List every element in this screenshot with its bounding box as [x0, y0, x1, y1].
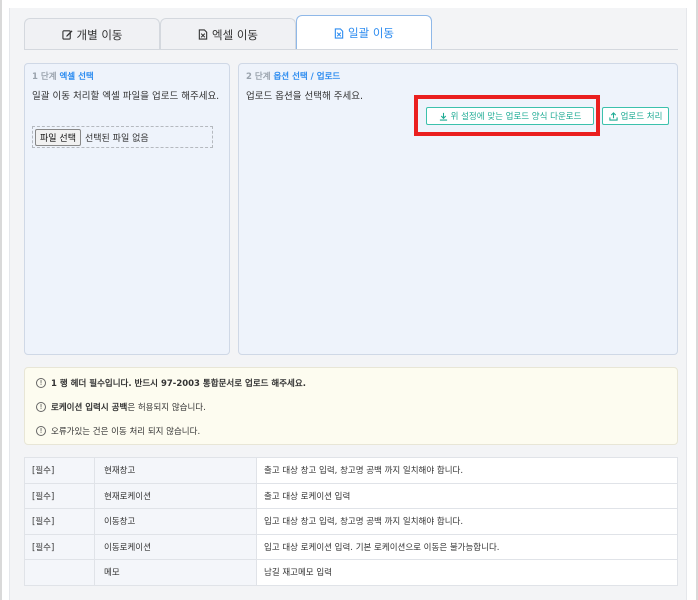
frame-left [0, 0, 2, 600]
excel-file-icon [198, 29, 208, 40]
info-icon: ! [36, 378, 46, 388]
tab-divider [24, 49, 678, 50]
step2-description: 업로드 옵션을 선택해 주세요. [246, 91, 363, 102]
edit-icon [61, 30, 73, 40]
step2-title: 옵션 선택 / 업로드 [273, 72, 341, 82]
field-cell: 이동로케이션 [94, 533, 257, 560]
file-status: 선택된 파일 없음 [84, 133, 149, 144]
table-row: [필수] 현재로케이션 출고 대상 로케이션 입력 [24, 482, 678, 509]
description-cell: 남길 재고메모 입력 [256, 559, 678, 586]
table-row: [필수] 현재창고 출고 대상 창고 입력, 창고명 공백 까지 일치해야 합니… [24, 457, 678, 484]
info-icon: ! [36, 426, 46, 436]
notice-bold: 로케이션 입력시 공백 [51, 403, 128, 413]
step2-heading: 2 단계 옵션 선택 / 업로드 [246, 70, 340, 82]
tab-excel-move[interactable]: 엑셀 이동 [160, 18, 296, 50]
description-cell: 입고 대상 창고 입력, 창고명 공백 까지 일치해야 합니다. [256, 508, 678, 535]
description-cell: 입고 대상 로케이션 입력. 기본 로케이션으로 이동은 불가능합니다. [256, 533, 678, 560]
description-cell: 출고 대상 창고 입력, 창고명 공백 까지 일치해야 합니다. [256, 457, 678, 484]
tab-bulk-move[interactable]: 일괄 이동 [296, 15, 432, 50]
step2-prefix: 2 단계 [246, 72, 271, 82]
highlight-box [414, 95, 600, 136]
notice-text: 오류가있는 건은 이동 처리 되지 않습니다. [51, 427, 201, 437]
notice-item: ! 1 행 헤더 필수입니다. 반드시 97-2003 통합문서로 업로드 해주… [36, 377, 306, 389]
requirements-table: [필수] 현재창고 출고 대상 창고 입력, 창고명 공백 까지 일치해야 합니… [24, 457, 678, 586]
file-select-button[interactable]: 파일 선택 [35, 128, 81, 146]
step1-description: 일괄 이동 처리할 엑셀 파일을 업로드 해주세요. [32, 91, 220, 102]
tab-bar: 개별 이동 엑셀 이동 일괄 이동 [24, 15, 432, 50]
info-icon: ! [36, 402, 46, 412]
description-cell: 출고 대상 로케이션 입력 [256, 482, 678, 509]
notice-bold: 1 행 헤더 필수입니다. 반드시 97-2003 통합문서로 업로드 해주세요… [51, 379, 306, 389]
excel-file-icon [334, 27, 344, 39]
notice-text: 은 허용되지 않습니다. [127, 403, 206, 413]
tab-individual-move[interactable]: 개별 이동 [24, 18, 160, 50]
notice-item: ! 로케이션 입력시 공백 은 허용되지 않습니다. [36, 401, 206, 413]
field-cell: 현재로케이션 [94, 482, 257, 509]
notice-box: ! 1 행 헤더 필수입니다. 반드시 97-2003 통합문서로 업로드 해주… [24, 367, 678, 445]
table-row: [필수] 이동로케이션 입고 대상 로케이션 입력. 기본 로케이션으로 이동은… [24, 533, 678, 560]
required-cell: [필수] [24, 533, 95, 560]
tab-label: 개별 이동 [76, 27, 123, 42]
step1-panel: 1 단계 엑셀 선택 일괄 이동 처리할 엑셀 파일을 업로드 해주세요. 파일… [24, 63, 230, 355]
step1-heading: 1 단계 엑셀 선택 [32, 70, 94, 82]
table-row: 메모 남길 재고메모 입력 [24, 559, 678, 586]
field-cell: 이동창고 [94, 508, 257, 535]
step1-title: 엑셀 선택 [59, 72, 94, 82]
required-cell: [필수] [24, 482, 95, 509]
table-row: [필수] 이동창고 입고 대상 창고 입력, 창고명 공백 까지 일치해야 합니… [24, 508, 678, 535]
tab-label: 일괄 이동 [348, 26, 394, 40]
field-cell: 메모 [94, 559, 257, 586]
upload-process-label: 업로드 처리 [620, 112, 663, 122]
upload-process-button[interactable]: 업로드 처리 [602, 107, 669, 125]
required-cell: [필수] [24, 457, 95, 484]
required-cell [24, 559, 95, 586]
step1-prefix: 1 단계 [32, 72, 57, 82]
upload-icon [608, 111, 618, 121]
tab-label: 엑셀 이동 [212, 27, 258, 42]
file-input[interactable]: 파일 선택 선택된 파일 없음 [32, 126, 213, 148]
field-cell: 현재창고 [94, 457, 257, 484]
required-cell: [필수] [24, 508, 95, 535]
notice-item: ! 오류가있는 건은 이동 처리 되지 않습니다. [36, 425, 200, 437]
